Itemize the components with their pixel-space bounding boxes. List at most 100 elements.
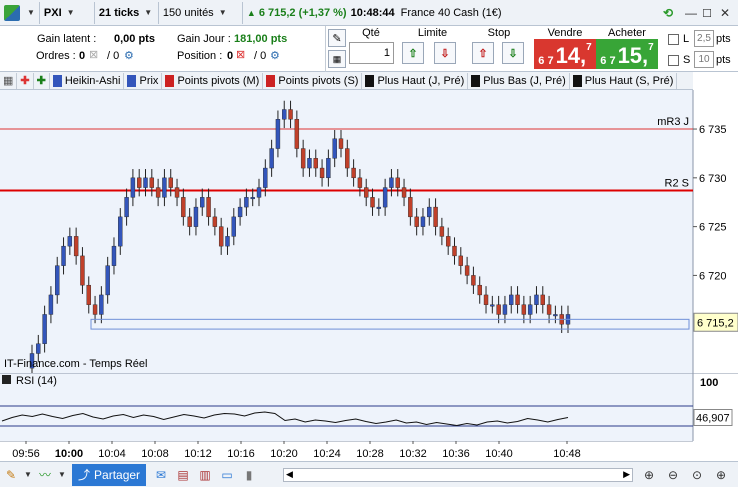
- chart-icon[interactable]: ▮: [238, 465, 260, 485]
- chevron-down-icon: ▼: [218, 8, 227, 17]
- sell-price-main: 14,: [555, 43, 587, 68]
- indicator-chip[interactable]: Points pivots (M): [162, 72, 264, 89]
- position-alt: / 0: [254, 50, 267, 62]
- candle-body: [130, 177, 136, 198]
- scroll-right-icon[interactable]: ▶: [623, 469, 630, 480]
- candle-body: [534, 294, 539, 305]
- sell-label: Vendre: [547, 27, 583, 39]
- limit-sell-icon[interactable]: ⇩: [434, 42, 456, 64]
- candle-body: [477, 284, 482, 296]
- candle-body: [250, 197, 255, 200]
- wrench-icon[interactable]: ✎: [328, 29, 346, 47]
- indicator-chip[interactable]: Prix: [124, 72, 163, 89]
- chevron-down-icon[interactable]: ▼: [56, 465, 68, 485]
- cancel-orders-icon[interactable]: ⊠: [89, 48, 98, 61]
- indicator-chip[interactable]: Plus Bas (J, Pré): [468, 72, 570, 89]
- indicator-label: Heikin-Ashi: [64, 74, 121, 87]
- qty-input[interactable]: [349, 42, 394, 64]
- position-value: 0: [227, 50, 234, 62]
- candle-body: [502, 304, 508, 315]
- x-tick-label: 10:36: [442, 448, 470, 460]
- scroll-left-icon[interactable]: ◀: [286, 469, 293, 480]
- candle-body: [48, 294, 54, 315]
- zoom-out-icon[interactable]: ⊖: [662, 465, 684, 485]
- x-tick-label: 10:04: [98, 448, 126, 460]
- share-button[interactable]: ⤴ Partager: [72, 463, 147, 486]
- candle-body: [376, 206, 382, 209]
- candle-body: [162, 177, 167, 198]
- x-tick-label: 10:16: [227, 448, 255, 460]
- y-tick-label: 6 720: [699, 270, 727, 282]
- candle-body: [364, 187, 369, 198]
- units-select[interactable]: 150 unités ▼: [159, 1, 243, 24]
- limit-buy-icon[interactable]: ⇧: [402, 42, 424, 64]
- price-chart[interactable]: 6 735 6 730 6 725 6 720 mR3 J R2 S 6 715,2 IT-F…: [0, 90, 738, 373]
- list-icon[interactable]: ▥: [194, 465, 216, 485]
- maximize-button[interactable]: ☐: [698, 4, 716, 22]
- candle-body: [332, 138, 337, 159]
- rsi-panel[interactable]: RSI (14) 100 46,907: [0, 373, 738, 441]
- rsi-top-tick: 100: [700, 377, 718, 389]
- stop-checkbox[interactable]: [668, 55, 679, 66]
- zoom-in-icon[interactable]: ⊕: [710, 465, 732, 485]
- zoom-fit-icon[interactable]: ⊕: [638, 465, 660, 485]
- chevron-down-icon[interactable]: ▼: [22, 465, 34, 485]
- refresh-icon[interactable]: ⟲: [659, 4, 677, 22]
- ordres-label: Ordres :: [36, 50, 76, 62]
- limit-label: Limite: [417, 27, 448, 39]
- market-select[interactable]: PXI ▼: [40, 1, 95, 24]
- last-price-label: 6 715,2: [697, 317, 734, 329]
- limit-checkbox[interactable]: [668, 34, 679, 45]
- candle-body: [521, 304, 527, 315]
- candle-body: [275, 119, 281, 149]
- candle-body: [231, 216, 236, 237]
- buy-label: Acheter: [608, 27, 646, 39]
- chevron-down-icon: ▼: [27, 8, 35, 17]
- add-indicator-icon[interactable]: ✚: [34, 72, 50, 89]
- limit-distance-input[interactable]: 2,5: [694, 30, 714, 47]
- buy-button[interactable]: 6 7 15, 7: [596, 39, 658, 69]
- candle-body: [237, 206, 243, 218]
- candle-body: [86, 284, 91, 305]
- close-position-icon[interactable]: ⊠: [236, 48, 245, 61]
- candle-body: [370, 197, 375, 208]
- candle-body: [307, 158, 312, 169]
- candle-body: [509, 294, 514, 305]
- zoom-reset-icon[interactable]: ⊙: [686, 465, 708, 485]
- sell-button[interactable]: 6 7 14, 7: [534, 39, 596, 69]
- app-menu[interactable]: ▼: [0, 1, 40, 24]
- indicator-chip[interactable]: Plus Haut (S, Pré): [570, 72, 678, 89]
- chat-icon[interactable]: ✉: [150, 465, 172, 485]
- plot-background: [0, 90, 693, 373]
- candle-body: [414, 216, 419, 227]
- candle-body: [67, 236, 73, 247]
- x-tick-label: 10:28: [356, 448, 384, 460]
- candle-body: [187, 216, 192, 227]
- drawing-tools-icon[interactable]: ✎: [0, 465, 22, 485]
- table-icon[interactable]: ▤: [172, 465, 194, 485]
- x-tick-label: 10:48: [553, 448, 581, 460]
- indicator-chip[interactable]: Heikin-Ashi: [50, 72, 125, 89]
- chevron-down-icon: ▼: [144, 8, 153, 17]
- rsi-color-icon: [2, 375, 11, 384]
- x-tick-label: 10:20: [270, 448, 298, 460]
- chart-style-icon[interactable]: 〰: [34, 465, 56, 485]
- candle-body: [55, 265, 60, 296]
- stop-distance-input[interactable]: 10: [694, 51, 714, 68]
- horizontal-scrollbar[interactable]: ◀ ▶: [283, 468, 633, 482]
- gear-icon[interactable]: ⚙: [124, 49, 134, 62]
- add-alert-icon[interactable]: ✚: [17, 72, 34, 89]
- indicator-color-icon: [127, 74, 137, 87]
- grid-icon[interactable]: ▦: [0, 72, 18, 89]
- indicator-chip[interactable]: Plus Haut (J, Pré): [362, 72, 469, 89]
- indicator-color-icon: [572, 74, 582, 87]
- screen-icon[interactable]: ▭: [216, 465, 238, 485]
- keypad-icon[interactable]: ▦: [328, 50, 346, 68]
- indicator-chip[interactable]: Points pivots (S): [263, 72, 363, 89]
- stop-sell-icon[interactable]: ⇩: [502, 42, 524, 64]
- gear-icon[interactable]: ⚙: [270, 49, 280, 62]
- close-button[interactable]: ✕: [716, 4, 734, 22]
- gain-latent-value: 0,00 pts: [114, 33, 155, 45]
- interval-select[interactable]: 21 ticks ▼: [95, 1, 159, 24]
- stop-buy-icon[interactable]: ⇧: [472, 42, 494, 64]
